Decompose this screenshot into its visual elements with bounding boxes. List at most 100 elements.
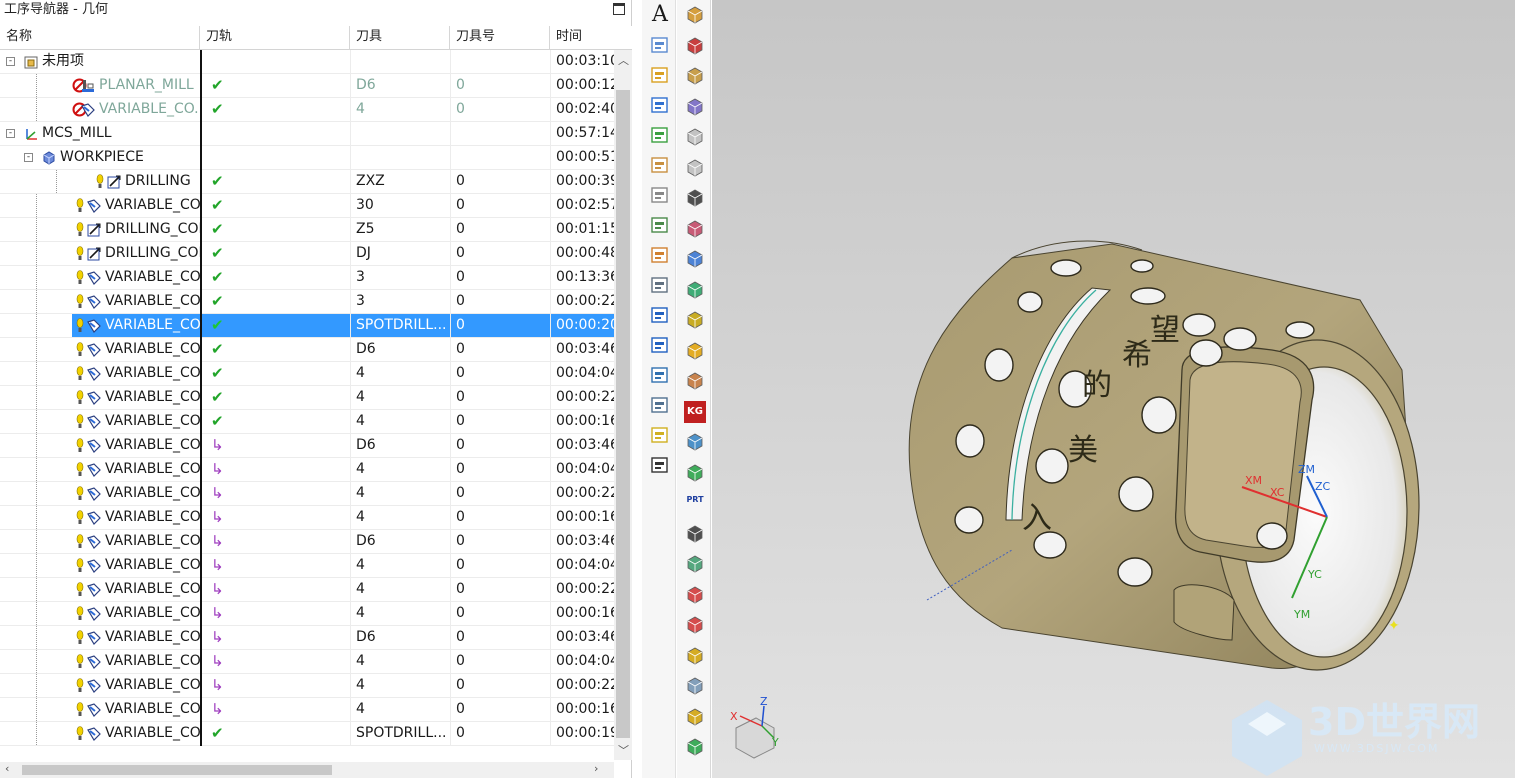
operation-row[interactable]: VARIABLE_CO... ↳D6000:03:46 (0, 626, 614, 650)
time-cell[interactable]: 00:03:46 (550, 434, 614, 457)
operation-row[interactable]: VARIABLE_CO... ✔4000:04:04 (0, 362, 614, 386)
operation-row[interactable]: - WORKPIECE 00:00:51 (0, 146, 614, 170)
operation-row[interactable]: - 未用项 00:03:10 (0, 50, 614, 74)
operation-row[interactable]: VARIABLE_CO... ↳D6000:03:46 (0, 530, 614, 554)
toolpath-status[interactable]: ✔ (205, 170, 350, 193)
operation-name-cell[interactable]: VARIABLE_CO... (0, 506, 200, 529)
toolpath-status[interactable]: ↳ (205, 650, 350, 673)
tool-number-cell[interactable]: 0 (450, 458, 550, 481)
color-bar-icon[interactable] (684, 279, 706, 301)
operation-row[interactable]: VARIABLE_CO... ✔4000:00:22 (0, 386, 614, 410)
tool-number-cell[interactable]: 0 (450, 626, 550, 649)
time-cell[interactable]: 00:04:04 (550, 650, 614, 673)
tool-cell[interactable]: ZXZ (350, 170, 450, 193)
tool-cell[interactable]: D6 (350, 626, 450, 649)
tool-cell[interactable] (350, 50, 450, 73)
ruler-icon[interactable] (684, 370, 706, 392)
operation-row[interactable]: VARIABLE_CO... ✔3000:13:36 (0, 266, 614, 290)
operation-name-cell[interactable]: VARIABLE_CO... (0, 674, 200, 697)
box-icon[interactable] (684, 340, 706, 362)
operation-name-cell[interactable]: VARIABLE_CO... (0, 722, 200, 745)
operation-name-cell[interactable]: DRILLING_COP... (0, 242, 200, 265)
operation-row[interactable]: VARIABLE_CO... ↳D6000:03:46 (0, 434, 614, 458)
time-cell[interactable]: 00:02:57 (550, 194, 614, 217)
column-name[interactable]: 名称 (0, 26, 200, 50)
tool-cell[interactable]: 4 (350, 482, 450, 505)
operation-row[interactable]: DRILLING_COPY ✔Z5000:01:15 (0, 218, 614, 242)
tool-number-cell[interactable] (450, 122, 550, 145)
tool-number-cell[interactable]: 0 (450, 74, 550, 97)
time-cell[interactable]: 00:00:16 (550, 698, 614, 721)
tool-number-cell[interactable]: 0 (450, 98, 550, 121)
operation-name-cell[interactable]: VARIABLE_CO... (0, 266, 200, 289)
tool-cell[interactable]: 4 (350, 410, 450, 433)
parts-icon[interactable] (684, 645, 706, 667)
cylinder-icon[interactable] (684, 675, 706, 697)
scroll-left-icon[interactable]: ‹ (5, 762, 9, 775)
tool-cell[interactable]: SPOTDRILL... (350, 722, 450, 745)
tool-cell[interactable]: D6 (350, 530, 450, 553)
operation-name-cell[interactable]: VARIABLE_CO... (0, 290, 200, 313)
tool-cell[interactable] (350, 146, 450, 169)
time-cell[interactable]: 00:00:19 (550, 722, 614, 745)
operation-name-cell[interactable]: VARIABLE_CO... (0, 362, 200, 385)
frame-icon[interactable] (684, 157, 706, 179)
cube-red-icon[interactable] (684, 35, 706, 57)
tool-cell[interactable]: D6 (350, 338, 450, 361)
tool-number-cell[interactable]: 0 (450, 218, 550, 241)
operation-row[interactable]: VARIABLE_CO... ↳4000:04:04 (0, 554, 614, 578)
toolpath-status[interactable]: ✔ (205, 266, 350, 289)
time-cell[interactable]: 00:00:16 (550, 506, 614, 529)
toolpath-status[interactable] (205, 122, 350, 145)
time-cell[interactable]: 00:57:14 (550, 122, 614, 145)
operation-name-cell[interactable]: VARIABLE_CO... (0, 626, 200, 649)
operation-row[interactable]: VARIABLE_CO... ↳4000:00:22 (0, 674, 614, 698)
toolpath-status[interactable]: ↳ (205, 458, 350, 481)
horizontal-scrollbar[interactable]: ‹ › (0, 762, 614, 778)
toolpath-status[interactable]: ↳ (205, 482, 350, 505)
operation-name-cell[interactable]: - MCS_MILL (0, 122, 200, 145)
operation-name-cell[interactable]: DRILLING (0, 170, 200, 193)
column-tool[interactable]: 刀具 (350, 26, 450, 50)
operation-row[interactable]: DRILLING_COP... ✔DJ000:00:48 (0, 242, 614, 266)
time-cell[interactable]: 00:00:22 (550, 386, 614, 409)
tool-number-cell[interactable] (450, 146, 550, 169)
operation-row[interactable]: VARIABLE_CO... ✔D6000:03:46 (0, 338, 614, 362)
operation-name-cell[interactable]: PLANAR_MILL (0, 74, 200, 97)
list-icon[interactable] (649, 364, 671, 386)
tool-number-cell[interactable]: 0 (450, 290, 550, 313)
prt-icon[interactable]: PRT (684, 492, 706, 514)
operation-row[interactable]: VARIABLE_CO... ↳4000:00:22 (0, 482, 614, 506)
operation-row[interactable]: VARIABLE_CO... ✔SPOTDRILL...000:00:20 (0, 314, 614, 338)
tool-number-cell[interactable]: 0 (450, 266, 550, 289)
toolpath-status[interactable]: ✔ (205, 98, 350, 121)
tool-cell[interactable]: SPOTDRILL... (350, 314, 450, 337)
tool-cell[interactable]: D6 (350, 434, 450, 457)
operation-name-cell[interactable]: VARIABLE_CO... (0, 194, 200, 217)
time-cell[interactable]: 00:00:22 (550, 674, 614, 697)
tool-number-cell[interactable]: 0 (450, 530, 550, 553)
filter-icon[interactable] (649, 394, 671, 416)
toolpath-status[interactable]: ↳ (205, 602, 350, 625)
toolpath-status[interactable]: ↳ (205, 698, 350, 721)
time-cell[interactable]: 00:00:51 (550, 146, 614, 169)
fill-icon[interactable] (684, 65, 706, 87)
operation-row[interactable]: VARIABLE_CO... ↳4000:00:16 (0, 506, 614, 530)
tool-number-cell[interactable]: 0 (450, 698, 550, 721)
report-icon[interactable] (649, 64, 671, 86)
scroll-down-icon[interactable]: ﹀ (618, 742, 629, 758)
horizontal-scroll-thumb[interactable] (22, 765, 332, 775)
tool-cell[interactable]: 4 (350, 386, 450, 409)
toolpath-status[interactable] (205, 146, 350, 169)
toolpath-status[interactable]: ✔ (205, 722, 350, 745)
time-cell[interactable]: 00:00:16 (550, 602, 614, 625)
operation-name-cell[interactable]: VARIABLE_CO... (0, 434, 200, 457)
operation-name-cell[interactable]: - 未用项 (0, 50, 200, 73)
tree-icon[interactable] (684, 523, 706, 545)
view-triad[interactable]: X Z Y (730, 695, 779, 759)
time-cell[interactable]: 00:02:40 (550, 98, 614, 121)
toolpath-status[interactable]: ↳ (205, 626, 350, 649)
toolpath-status[interactable]: ✔ (205, 74, 350, 97)
toolpath-status[interactable]: ✔ (205, 362, 350, 385)
tool-number-cell[interactable]: 0 (450, 674, 550, 697)
